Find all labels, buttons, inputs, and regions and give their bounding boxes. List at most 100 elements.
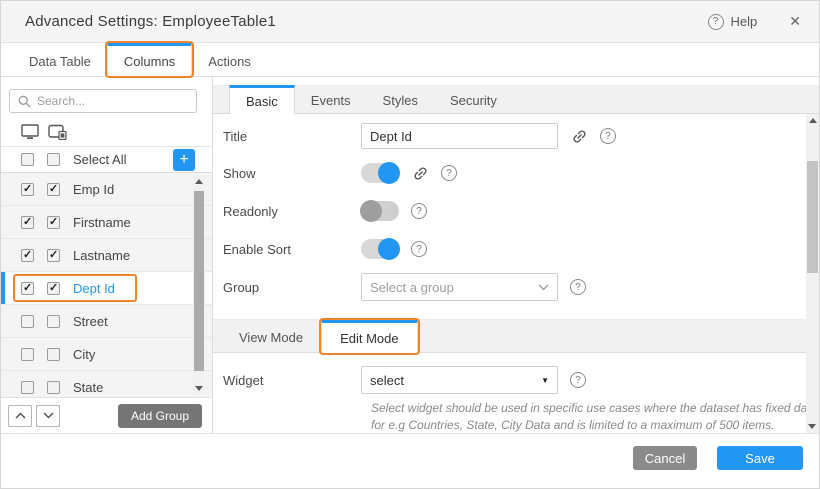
enable-sort-toggle[interactable] <box>361 239 399 259</box>
search-input[interactable] <box>37 94 188 108</box>
readonly-help-icon[interactable] <box>411 203 427 219</box>
column-checkbox-mobile[interactable] <box>47 282 60 295</box>
column-checkbox-desktop[interactable] <box>21 249 34 262</box>
column-item-label: Dept Id <box>73 281 115 296</box>
main-tab[interactable]: Actions <box>192 43 267 76</box>
column-item-label: Emp Id <box>73 182 114 197</box>
widget-help-icon[interactable] <box>570 372 586 388</box>
column-list-item[interactable]: Lastname <box>1 239 212 272</box>
panel-scroll-up-icon[interactable] <box>809 118 817 123</box>
title-help-icon[interactable] <box>600 128 616 144</box>
search-icon <box>18 95 31 108</box>
cancel-button[interactable]: Cancel <box>633 446 697 470</box>
group-select[interactable]: Select a group <box>361 273 558 301</box>
select-all-row: Select All + <box>1 147 212 173</box>
column-checkbox-mobile[interactable] <box>47 381 60 394</box>
column-checkbox-desktop[interactable] <box>21 315 34 328</box>
settings-panel: Basic Events Styles Security <box>213 77 819 433</box>
panel-scroll-down-icon[interactable] <box>808 424 816 429</box>
dialog-footer: Cancel Save <box>1 433 819 489</box>
panel-tab[interactable]: Security <box>434 85 513 113</box>
column-checkbox-mobile[interactable] <box>47 315 60 328</box>
widget-hint-text: Select widget should be used in specific… <box>371 400 819 433</box>
desktop-icon[interactable] <box>21 124 39 140</box>
group-select-placeholder: Select a group <box>370 280 454 295</box>
move-down-button[interactable] <box>36 405 60 427</box>
column-list-item[interactable]: Street <box>1 305 212 338</box>
sidebar-scrollbar[interactable] <box>193 175 205 395</box>
title-input[interactable] <box>361 123 558 149</box>
chevron-down-icon <box>538 284 549 291</box>
add-group-button[interactable]: Add Group <box>118 404 202 428</box>
search-box <box>9 89 197 113</box>
bind-link-icon[interactable] <box>571 128 588 145</box>
main-tab[interactable]: Columns <box>107 43 192 76</box>
panel-scrollbar[interactable] <box>806 114 819 433</box>
scroll-down-icon[interactable] <box>195 386 203 391</box>
column-list-item[interactable]: Emp Id <box>1 173 212 206</box>
add-column-button[interactable]: + <box>173 149 195 171</box>
panel-tab-label: Events <box>311 93 351 108</box>
column-checkbox-mobile[interactable] <box>47 216 60 229</box>
advanced-settings-dialog: Advanced Settings: EmployeeTable1 Help ✕… <box>0 0 820 489</box>
enable-sort-help-icon[interactable] <box>411 241 427 257</box>
panel-tab-label: Styles <box>383 93 418 108</box>
column-list-item[interactable]: Dept Id <box>1 272 212 305</box>
main-tab[interactable]: Data Table <box>13 43 107 76</box>
help-icon <box>708 14 724 30</box>
panel-tab-bar: Basic Events Styles Security <box>213 85 819 114</box>
column-checkbox-desktop[interactable] <box>21 282 34 295</box>
column-item-label: City <box>73 347 95 362</box>
save-button[interactable]: Save <box>717 446 803 470</box>
bind-link-icon[interactable] <box>412 165 429 182</box>
panel-scroll-thumb[interactable] <box>807 161 818 273</box>
column-item-label: Street <box>73 314 108 329</box>
panel-tab[interactable]: Events <box>295 85 367 113</box>
group-field-label: Group <box>223 280 361 295</box>
sidebar-scroll-thumb[interactable] <box>194 191 204 371</box>
scroll-up-icon[interactable] <box>195 179 203 184</box>
column-list-item[interactable]: City <box>1 338 212 371</box>
tablet-phone-icon[interactable] <box>48 124 67 140</box>
column-list-item[interactable]: State <box>1 371 212 397</box>
close-icon[interactable]: ✕ <box>787 11 803 32</box>
panel-tab[interactable]: Styles <box>367 85 434 113</box>
column-checkbox-desktop[interactable] <box>21 348 34 361</box>
mode-tab[interactable]: Edit Mode <box>321 320 418 353</box>
select-all-checkbox-mobile[interactable] <box>47 153 60 166</box>
column-item-label: Lastname <box>73 248 130 263</box>
panel-tab[interactable]: Basic <box>229 85 295 114</box>
column-checkbox-desktop[interactable] <box>21 183 34 196</box>
column-checkbox-desktop[interactable] <box>21 381 34 394</box>
mode-tab[interactable]: View Mode <box>221 320 321 352</box>
dropdown-arrow-icon: ▼ <box>541 376 549 385</box>
select-all-label: Select All <box>73 152 126 167</box>
widget-select[interactable]: select ▼ <box>361 366 558 394</box>
group-help-icon[interactable] <box>570 279 586 295</box>
widget-field-label: Widget <box>223 373 361 388</box>
main-tab-bar: Data Table Columns Actions <box>1 43 819 77</box>
column-item-label: State <box>73 380 103 395</box>
move-up-button[interactable] <box>8 405 32 427</box>
main-tab-label: Actions <box>208 54 251 69</box>
help-button[interactable]: Help <box>708 14 758 30</box>
mode-tab-label: View Mode <box>239 330 303 345</box>
sidebar-footer: Add Group <box>1 397 212 433</box>
show-toggle[interactable] <box>361 163 399 183</box>
column-checkbox-mobile[interactable] <box>47 348 60 361</box>
panel-tab-label: Basic <box>246 94 278 109</box>
column-checkbox-desktop[interactable] <box>21 216 34 229</box>
columns-sidebar: Select All + Emp Id Firstname Lastname Dept… <box>1 77 213 433</box>
selected-indicator-bar <box>1 272 5 304</box>
device-toggle-row <box>1 121 212 147</box>
column-checkbox-mobile[interactable] <box>47 183 60 196</box>
column-checkbox-mobile[interactable] <box>47 249 60 262</box>
show-field-label: Show <box>223 166 361 181</box>
main-tab-label: Columns <box>124 54 175 69</box>
mode-tab-label: Edit Mode <box>340 331 399 346</box>
readonly-toggle[interactable] <box>361 201 399 221</box>
column-list-item[interactable]: Firstname <box>1 206 212 239</box>
search-wrap <box>1 77 212 121</box>
show-help-icon[interactable] <box>441 165 457 181</box>
select-all-checkbox-desktop[interactable] <box>21 153 34 166</box>
